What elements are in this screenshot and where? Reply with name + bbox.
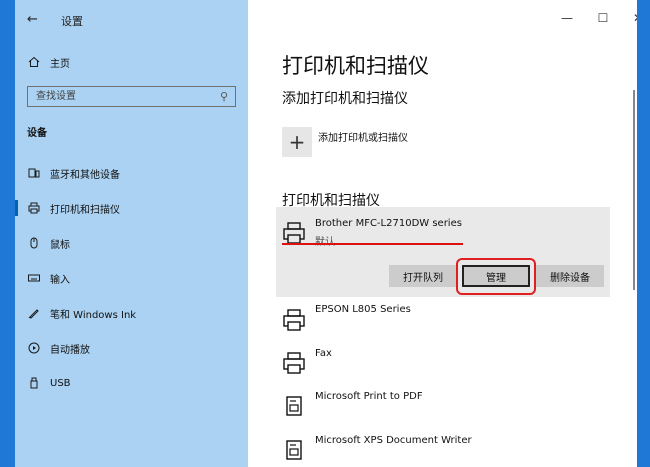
sidebar-item-bluetooth[interactable]: 蓝牙和其他设备 (15, 162, 248, 184)
sidebar-item-label: 笔和 Windows Ink (50, 309, 137, 321)
maximize-button[interactable]: ☐ (593, 11, 613, 25)
minimize-button[interactable]: — (557, 11, 577, 25)
usb-icon (27, 376, 41, 390)
sidebar-item-label: 打印机和扫描仪 (50, 204, 120, 216)
app-title: 设置 (61, 15, 83, 28)
settings-window: ← 设置 主页 ⚲ 设备 蓝牙和其他设备 打印机和扫描仪 (15, 0, 637, 467)
red-annotation-underline (282, 243, 463, 245)
sidebar-item-label: 输入 (50, 274, 70, 286)
sidebar-item-autoplay[interactable]: 自动播放 (15, 337, 248, 359)
sidebar: ← 设置 主页 ⚲ 设备 蓝牙和其他设备 打印机和扫描仪 (15, 0, 248, 467)
sidebar-item-pen[interactable]: 笔和 Windows Ink (15, 302, 248, 324)
xps-printer-icon (286, 440, 302, 460)
add-printer-label[interactable]: 添加打印机或扫描仪 (318, 129, 408, 144)
sidebar-item-input[interactable]: 输入 (15, 267, 248, 289)
pen-icon (27, 306, 41, 320)
sidebar-section-heading: 设备 (27, 128, 47, 139)
open-queue-button[interactable]: 打开队列 (389, 265, 457, 287)
home-icon (27, 55, 41, 69)
search-box: ⚲ (27, 86, 236, 107)
sidebar-item-label: 鼠标 (50, 239, 70, 251)
printer-name[interactable]: Microsoft Print to PDF (315, 391, 423, 402)
printer-icon (27, 201, 41, 215)
printer-icon (283, 309, 305, 331)
scrollbar[interactable] (633, 90, 635, 290)
pdf-printer-icon (286, 396, 302, 416)
search-input[interactable] (28, 87, 208, 106)
sidebar-item-mouse[interactable]: 鼠标 (15, 232, 248, 254)
printer-status: 默认 (315, 233, 335, 248)
mouse-icon (27, 236, 41, 250)
add-section-title: 添加打印机和扫描仪 (282, 91, 408, 107)
printer-name[interactable]: Fax (315, 348, 332, 359)
red-annotation-circle (456, 258, 536, 295)
printer-name[interactable]: EPSON L805 Series (315, 304, 411, 315)
search-icon[interactable]: ⚲ (220, 90, 228, 103)
add-printer-button[interactable]: + (282, 127, 312, 157)
printer-icon (283, 352, 305, 374)
sidebar-home-label: 主页 (50, 58, 70, 70)
back-arrow-icon[interactable]: ← (27, 12, 38, 27)
printer-icon (283, 222, 305, 244)
sidebar-item-home[interactable]: 主页 (15, 51, 248, 73)
sidebar-item-label: USB (50, 377, 71, 389)
sidebar-item-usb[interactable]: USB (15, 372, 248, 394)
autoplay-icon (27, 341, 41, 355)
sidebar-item-label: 蓝牙和其他设备 (50, 169, 120, 181)
page-title: 打印机和扫描仪 (282, 54, 429, 78)
remove-device-button[interactable]: 删除设备 (536, 265, 604, 287)
printer-name: Brother MFC-L2710DW series (315, 218, 462, 229)
bluetooth-devices-icon (27, 166, 41, 180)
plus-icon: + (288, 130, 306, 154)
close-button[interactable]: ✕ (628, 11, 637, 25)
sidebar-item-printers[interactable]: 打印机和扫描仪 (15, 197, 248, 219)
selection-indicator (15, 200, 18, 216)
sidebar-item-label: 自动播放 (50, 344, 90, 356)
main-panel: — ☐ ✕ 打印机和扫描仪 添加打印机和扫描仪 + 添加打印机或扫描仪 打印机和… (248, 0, 637, 467)
printer-name[interactable]: Microsoft XPS Document Writer (315, 435, 472, 446)
keyboard-icon (27, 271, 41, 285)
